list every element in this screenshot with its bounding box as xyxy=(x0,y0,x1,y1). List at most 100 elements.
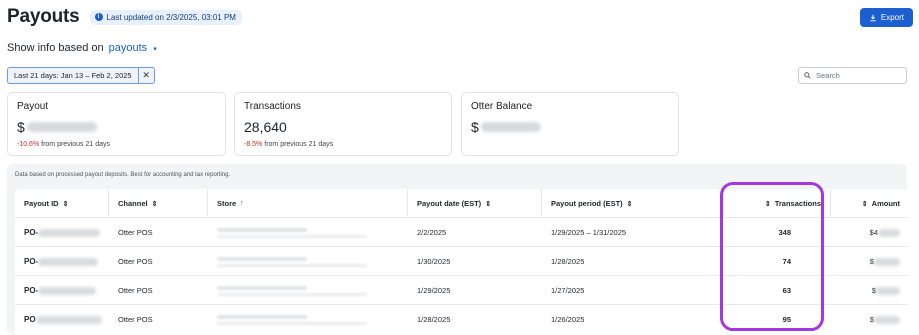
search-placeholder: Search xyxy=(816,71,840,80)
redacted-store-name xyxy=(217,256,307,261)
amount-prefix: $4 xyxy=(869,228,878,237)
delta-value: -8.5% xyxy=(244,141,263,148)
payout-id-text: PO xyxy=(24,315,36,324)
date-filter-chip[interactable]: Last 21 days: Jan 13 – Feb 2, 2025 ✕ xyxy=(7,67,155,84)
sort-up-icon: ↑ xyxy=(240,200,244,207)
payout-id[interactable]: PO- xyxy=(24,218,101,247)
col-label: Payout date (EST) xyxy=(417,199,482,208)
redacted-store-address xyxy=(217,292,367,296)
col-label: Channel xyxy=(118,199,148,208)
redacted-amount xyxy=(878,228,900,237)
payout-period-cell: 1/26/2025 xyxy=(551,315,585,324)
column-divider xyxy=(108,189,109,218)
redacted-amount xyxy=(874,315,900,324)
card-title: Otter Balance xyxy=(471,101,533,112)
redacted-id xyxy=(35,315,102,324)
store-cell xyxy=(217,247,367,276)
transactions-card: Transactions 28,640 -8.5% from previous … xyxy=(234,92,452,156)
payout-id[interactable]: PO- xyxy=(24,247,99,276)
date-filter-label: Last 21 days: Jan 13 – Feb 2, 2025 xyxy=(14,71,132,80)
sort-icon: ⇕ xyxy=(62,200,69,208)
channel-cell: Otter POS xyxy=(118,315,153,324)
download-icon xyxy=(870,14,876,21)
redacted-id xyxy=(38,228,101,237)
redacted-value xyxy=(480,122,541,132)
col-label: Store xyxy=(217,199,237,208)
amount-cell: $ xyxy=(840,276,900,305)
payout-id[interactable]: PO xyxy=(24,305,102,334)
payout-period-cell: 1/28/2025 xyxy=(551,257,585,266)
card-value-prefix: $ xyxy=(17,119,25,135)
card-value: $ xyxy=(471,119,669,135)
search-icon xyxy=(804,72,811,79)
col-store[interactable]: Store ↑ xyxy=(217,189,248,218)
sort-icon: ⇕ xyxy=(485,200,492,208)
amount-cell: $ xyxy=(840,305,900,334)
redacted-store-address xyxy=(217,234,367,238)
table-note: Data based on processed payout deposits.… xyxy=(15,172,231,178)
channel-cell: Otter POS xyxy=(118,257,153,266)
page-title: Payouts xyxy=(7,6,80,27)
channel-cell: Otter POS xyxy=(118,286,153,295)
payout-date-cell: 1/30/2025 xyxy=(417,257,451,266)
store-cell xyxy=(217,218,367,247)
delta-text: from previous 21 days xyxy=(41,141,111,148)
store-cell xyxy=(217,305,367,334)
redacted-store-name xyxy=(217,285,307,290)
payout-card: Payout $ -10.6% from previous 21 days xyxy=(7,92,226,156)
col-label: Payout ID xyxy=(24,199,59,208)
show-info-dropdown[interactable]: payouts ▾ xyxy=(109,42,157,54)
redacted-store-address xyxy=(217,263,367,267)
col-label: Payout period (EST) xyxy=(551,199,623,208)
col-amount[interactable]: ⇕ Amount xyxy=(840,189,900,218)
redacted-value xyxy=(26,122,97,132)
otter-balance-card: Otter Balance $ xyxy=(461,92,679,156)
redacted-store-name xyxy=(217,314,307,319)
redacted-id xyxy=(38,257,99,266)
sort-icon: ⇕ xyxy=(626,200,633,208)
redacted-amount xyxy=(874,257,900,266)
amount-cell: $ xyxy=(840,247,900,276)
info-icon: i xyxy=(94,13,103,21)
payout-period-cell: 1/27/2025 xyxy=(551,286,585,295)
payout-date-cell: 2/2/2025 xyxy=(417,228,447,237)
channel-cell: Otter POS xyxy=(118,228,153,237)
redacted-store-name xyxy=(217,227,307,232)
card-value-prefix: $ xyxy=(471,119,479,135)
redacted-store-address xyxy=(217,321,367,325)
show-info-value: payouts xyxy=(108,42,148,54)
column-divider xyxy=(407,189,408,218)
store-cell xyxy=(217,276,367,305)
column-divider xyxy=(541,189,542,218)
column-divider xyxy=(207,189,208,218)
card-title: Payout xyxy=(17,101,49,112)
payout-date-cell: 1/29/2025 xyxy=(417,286,451,295)
payouts-page: Payouts i Last updated on 2/3/2025, 03:0… xyxy=(0,0,919,335)
card-title: Transactions xyxy=(244,101,301,112)
close-icon[interactable]: ✕ xyxy=(137,68,154,83)
col-payout-date[interactable]: Payout date (EST) ⇕ xyxy=(417,189,495,218)
payout-id-text: PO- xyxy=(24,257,39,266)
transactions-highlight-annotation xyxy=(720,182,824,331)
export-button[interactable]: Export xyxy=(859,8,913,27)
card-delta: -8.5% from previous 21 days xyxy=(244,141,442,148)
chevron-down-icon: ▾ xyxy=(153,46,157,53)
payout-id-text: PO- xyxy=(24,228,39,237)
payout-id[interactable]: PO- xyxy=(24,276,97,305)
col-label: Amount xyxy=(871,199,900,208)
search-input[interactable]: Search xyxy=(798,67,907,84)
last-updated-text: Last updated on 2/3/2025, 03:01 PM xyxy=(106,12,236,22)
delta-value: -10.6% xyxy=(17,141,40,148)
redacted-amount xyxy=(876,286,900,295)
card-value: $ xyxy=(17,119,216,135)
show-info-row: Show info based on payouts ▾ xyxy=(7,42,157,54)
card-delta: -10.6% from previous 21 days xyxy=(17,141,216,148)
sort-icon: ⇕ xyxy=(151,200,158,208)
col-payout-period[interactable]: Payout period (EST) ⇕ xyxy=(551,189,637,218)
last-updated-badge: i Last updated on 2/3/2025, 03:01 PM xyxy=(89,9,242,25)
page-header: Payouts i Last updated on 2/3/2025, 03:0… xyxy=(7,6,242,28)
amount-cell: $4 xyxy=(840,218,900,247)
col-channel[interactable]: Channel ⇕ xyxy=(118,189,161,218)
col-payout-id[interactable]: Payout ID ⇕ xyxy=(24,189,72,218)
payout-id-text: PO- xyxy=(24,286,39,295)
